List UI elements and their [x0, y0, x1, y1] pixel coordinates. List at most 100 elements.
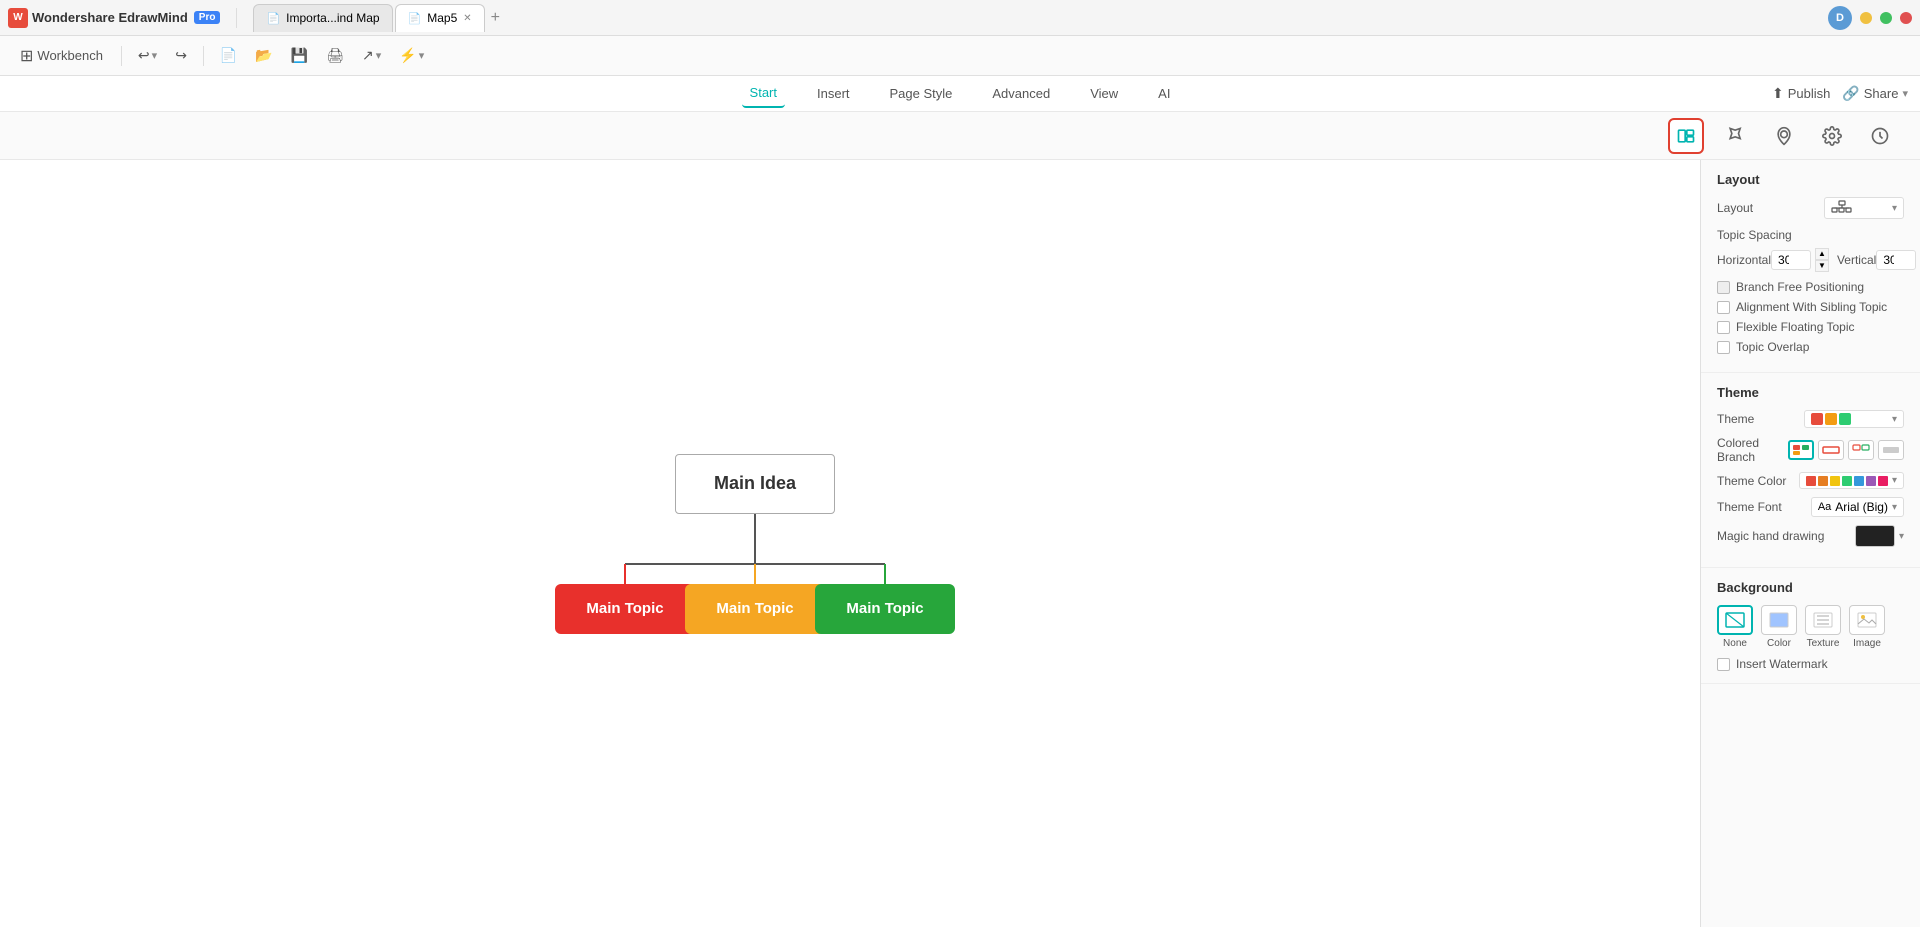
- more-button[interactable]: ⚡▾: [393, 43, 430, 68]
- magic-button[interactable]: [1720, 120, 1752, 152]
- flexible-row: Flexible Floating Topic: [1717, 320, 1904, 334]
- menu-right: ⬆ Publish 🔗 Share ▾: [1772, 85, 1908, 102]
- cb-opt-1[interactable]: [1788, 440, 1814, 460]
- mind-map-container: Main Idea Main Topic Main Topic Main Top…: [555, 434, 975, 654]
- minimize-button[interactable]: [1860, 12, 1872, 24]
- app-name: Wondershare EdrawMind: [32, 10, 188, 25]
- branch-free-row: Branch Free Positioning: [1717, 280, 1904, 294]
- vertical-control: ▲ ▼: [1876, 248, 1920, 272]
- export-button[interactable]: ↗▾: [356, 43, 387, 68]
- topic-1-node[interactable]: Main Topic: [555, 584, 695, 634]
- layout-row: Layout ▾: [1717, 197, 1904, 219]
- tab2-close[interactable]: ✕: [463, 13, 471, 24]
- tab-1[interactable]: 📄 Importa...ind Map: [253, 4, 392, 32]
- layout-icon: [1676, 126, 1696, 146]
- theme-font-row: Theme Font Aa Arial (Big) ▾: [1717, 497, 1904, 517]
- branch-free-checkbox[interactable]: [1717, 281, 1730, 294]
- topic3-label: Main Topic: [846, 600, 923, 617]
- flexible-checkbox[interactable]: [1717, 321, 1730, 334]
- close-button[interactable]: [1900, 12, 1912, 24]
- cb-opt-2[interactable]: [1818, 440, 1844, 460]
- horizontal-down[interactable]: ▼: [1815, 260, 1829, 272]
- bg-image-opt[interactable]: Image: [1849, 605, 1885, 649]
- location-icon: [1774, 126, 1794, 146]
- icon-top-bar: [0, 112, 1920, 160]
- theme-font-select[interactable]: Aa Arial (Big) ▾: [1811, 497, 1904, 517]
- canvas[interactable]: Main Idea Main Topic Main Topic Main Top…: [0, 160, 1700, 927]
- bg-texture-icon: [1805, 605, 1841, 635]
- layout-panel-button[interactable]: [1668, 118, 1704, 154]
- colored-branch-label: Colored Branch: [1717, 436, 1788, 464]
- overlap-checkbox[interactable]: [1717, 341, 1730, 354]
- alignment-row: Alignment With Sibling Topic: [1717, 300, 1904, 314]
- title-bar: W Wondershare EdrawMind Pro 📄 Importa...…: [0, 0, 1920, 36]
- bg-texture-opt[interactable]: Texture: [1805, 605, 1841, 649]
- overlap-label: Topic Overlap: [1736, 340, 1809, 354]
- layout-select-icon: [1831, 200, 1853, 216]
- toolbar-sep2: [203, 46, 204, 66]
- magic-hand-control: ▾: [1855, 525, 1904, 547]
- time-button[interactable]: [1864, 120, 1896, 152]
- menu-ai[interactable]: AI: [1150, 80, 1178, 107]
- bg-none-opt[interactable]: None: [1717, 605, 1753, 649]
- settings-button[interactable]: [1816, 120, 1848, 152]
- print-button[interactable]: 🖨: [320, 43, 350, 68]
- location-button[interactable]: [1768, 120, 1800, 152]
- main-idea-node[interactable]: Main Idea: [675, 454, 835, 514]
- save-button[interactable]: 💾: [285, 43, 314, 68]
- workbench-button[interactable]: ⊞ Workbench: [12, 42, 111, 70]
- theme-font-chevron: ▾: [1892, 502, 1897, 513]
- theme-color-bar: [1806, 476, 1888, 486]
- topic-3-node[interactable]: Main Topic: [815, 584, 955, 634]
- branch-free-label: Branch Free Positioning: [1736, 280, 1864, 294]
- overlap-row: Topic Overlap: [1717, 340, 1904, 354]
- bg-color-svg: [1769, 612, 1789, 628]
- watermark-checkbox[interactable]: [1717, 658, 1730, 671]
- bg-image-label: Image: [1853, 638, 1881, 649]
- bg-none-svg: [1725, 612, 1745, 628]
- swatch-yellow: [1825, 413, 1837, 425]
- user-avatar[interactable]: D: [1828, 6, 1852, 30]
- new-button[interactable]: 📄: [214, 43, 243, 68]
- theme-select[interactable]: ▾: [1804, 410, 1904, 428]
- bg-color-opt[interactable]: Color: [1761, 605, 1797, 649]
- tc5: [1854, 476, 1864, 486]
- toolbar-sep1: [121, 46, 122, 66]
- tab-add-button[interactable]: +: [487, 9, 504, 27]
- undo-button[interactable]: ↩▾: [132, 43, 163, 68]
- horizontal-up[interactable]: ▲: [1815, 248, 1829, 260]
- horizontal-label: Horizontal: [1717, 253, 1771, 267]
- tc4: [1842, 476, 1852, 486]
- tc2: [1818, 476, 1828, 486]
- menu-bar: Start Insert Page Style Advanced View AI…: [0, 76, 1920, 112]
- vertical-input[interactable]: [1876, 250, 1916, 270]
- open-button[interactable]: 📂: [249, 43, 278, 68]
- background-section: Background None: [1701, 568, 1920, 684]
- share-button[interactable]: 🔗 Share ▾: [1842, 85, 1908, 102]
- tab-2[interactable]: 📄 Map5 ✕: [395, 4, 485, 32]
- maximize-button[interactable]: [1880, 12, 1892, 24]
- menu-advanced[interactable]: Advanced: [984, 80, 1058, 107]
- bg-color-icon: [1761, 605, 1797, 635]
- theme-chevron: ▾: [1892, 414, 1897, 425]
- publish-button[interactable]: ⬆ Publish: [1772, 85, 1830, 102]
- cb-opt-4[interactable]: [1878, 440, 1904, 460]
- alignment-checkbox[interactable]: [1717, 301, 1730, 314]
- redo-button[interactable]: ↪: [169, 43, 193, 68]
- menu-view[interactable]: View: [1082, 80, 1126, 107]
- cb-opt-3[interactable]: [1848, 440, 1874, 460]
- menu-start[interactable]: Start: [742, 79, 785, 108]
- swatch-green: [1839, 413, 1851, 425]
- topic-2-node[interactable]: Main Topic: [685, 584, 825, 634]
- background-section-title: Background: [1717, 580, 1904, 595]
- layout-select[interactable]: ▾: [1824, 197, 1904, 219]
- tab2-label: Map5: [427, 11, 457, 25]
- theme-color-chevron: ▾: [1892, 475, 1897, 486]
- theme-color-select[interactable]: ▾: [1799, 472, 1904, 489]
- topic-spacing-label: Topic Spacing: [1717, 228, 1792, 242]
- menu-page-style[interactable]: Page Style: [882, 80, 961, 107]
- menu-insert[interactable]: Insert: [809, 80, 858, 107]
- horizontal-input[interactable]: [1771, 250, 1811, 270]
- app-logo: W Wondershare EdrawMind Pro: [8, 8, 220, 28]
- magic-hand-color[interactable]: [1855, 525, 1895, 547]
